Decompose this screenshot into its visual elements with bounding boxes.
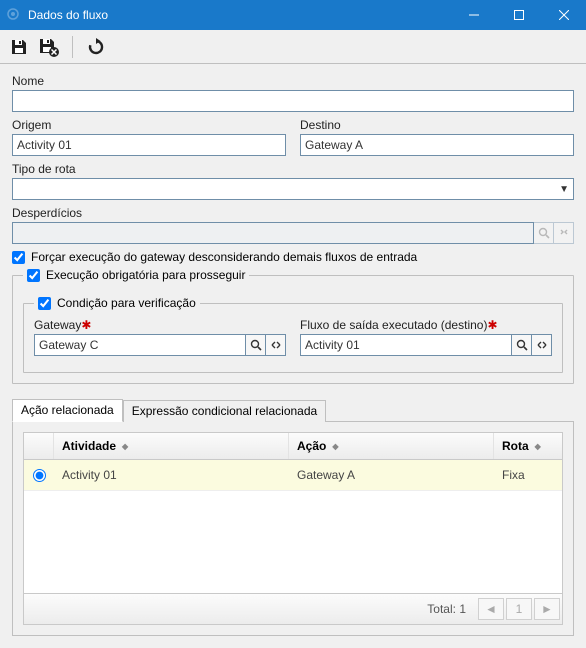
cond-verif-fieldset: Condição para verificação Gateway✱ bbox=[23, 296, 563, 373]
tab-acao-relacionada[interactable]: Ação relacionada bbox=[12, 399, 123, 422]
related-action-table: Atividade◆ Ação◆ Rota◆ Activity 01 Gatew… bbox=[23, 432, 563, 625]
col-acao-header[interactable]: Ação◆ bbox=[289, 433, 494, 459]
close-button[interactable] bbox=[541, 0, 586, 30]
refresh-button[interactable] bbox=[83, 34, 109, 60]
destino-input[interactable] bbox=[300, 134, 574, 156]
desperdicios-search-button bbox=[534, 222, 554, 244]
table-body: Activity 01 Gateway A Fixa bbox=[23, 460, 563, 594]
save-button[interactable] bbox=[6, 34, 32, 60]
desperdicios-input[interactable] bbox=[12, 222, 534, 244]
toolbar bbox=[0, 30, 586, 64]
cond-verif-checkbox[interactable] bbox=[38, 297, 51, 310]
forcar-checkbox[interactable] bbox=[12, 251, 25, 264]
cell-atividade: Activity 01 bbox=[54, 460, 289, 490]
cond-verif-legend[interactable]: Condição para verificação bbox=[34, 296, 200, 310]
col-atividade-header[interactable]: Atividade◆ bbox=[54, 433, 289, 459]
pager: Total: 1 ◄ 1 ► bbox=[23, 594, 563, 625]
nome-label: Nome bbox=[12, 74, 44, 88]
tipo-rota-select[interactable]: ▼ bbox=[12, 178, 574, 200]
sort-icon: ◆ bbox=[122, 442, 128, 451]
save-close-button[interactable] bbox=[36, 34, 62, 60]
tab-expressao-condicional[interactable]: Expressão condicional relacionada bbox=[123, 400, 326, 422]
tabs: Ação relacionada Expressão condicional r… bbox=[12, 398, 574, 636]
destino-label: Destino bbox=[300, 118, 341, 132]
maximize-button[interactable] bbox=[496, 0, 541, 30]
titlebar: Dados do fluxo bbox=[0, 0, 586, 30]
tipo-rota-label: Tipo de rota bbox=[12, 162, 76, 176]
col-rota-header[interactable]: Rota◆ bbox=[494, 433, 562, 459]
pager-total: Total: 1 bbox=[427, 602, 466, 616]
gateway-input[interactable] bbox=[34, 334, 246, 356]
gateway-clear-button[interactable] bbox=[266, 334, 286, 356]
cond-verif-label: Condição para verificação bbox=[57, 296, 196, 310]
desperdicios-clear-button bbox=[554, 222, 574, 244]
minimize-button[interactable] bbox=[451, 0, 496, 30]
fluxo-saida-search-button[interactable] bbox=[512, 334, 532, 356]
fluxo-saida-label: Fluxo de saída executado (destino)✱ bbox=[300, 318, 498, 332]
sort-icon: ◆ bbox=[332, 442, 338, 451]
forcar-checkbox-row[interactable]: Forçar execução do gateway desconsideran… bbox=[12, 250, 574, 264]
pager-page[interactable]: 1 bbox=[506, 598, 532, 620]
exec-obrig-fieldset: Execução obrigatória para prosseguir Con… bbox=[12, 268, 574, 384]
toolbar-separator bbox=[72, 36, 73, 58]
table-row[interactable]: Activity 01 Gateway A Fixa bbox=[24, 460, 562, 491]
app-icon bbox=[6, 7, 22, 23]
gateway-search-button[interactable] bbox=[246, 334, 266, 356]
pager-prev[interactable]: ◄ bbox=[478, 598, 504, 620]
content: Nome Origem Destino Tipo de rota ▼ Despe… bbox=[0, 64, 586, 648]
gateway-label: Gateway✱ bbox=[34, 318, 91, 332]
row-radio[interactable] bbox=[33, 469, 46, 482]
cell-rota: Fixa bbox=[494, 460, 562, 490]
window-title: Dados do fluxo bbox=[28, 8, 451, 22]
tab-panel: Atividade◆ Ação◆ Rota◆ Activity 01 Gatew… bbox=[12, 421, 574, 636]
fluxo-saida-clear-button[interactable] bbox=[532, 334, 552, 356]
fluxo-saida-input[interactable] bbox=[300, 334, 512, 356]
desperdicios-label: Desperdícios bbox=[12, 206, 82, 220]
cell-acao: Gateway A bbox=[289, 460, 494, 490]
nome-input[interactable] bbox=[12, 90, 574, 112]
col-select bbox=[24, 433, 54, 459]
exec-obrig-label: Execução obrigatória para prosseguir bbox=[46, 268, 245, 282]
origem-label: Origem bbox=[12, 118, 51, 132]
exec-obrig-checkbox[interactable] bbox=[27, 269, 40, 282]
forcar-label: Forçar execução do gateway desconsideran… bbox=[31, 250, 417, 264]
pager-next[interactable]: ► bbox=[534, 598, 560, 620]
exec-obrig-legend[interactable]: Execução obrigatória para prosseguir bbox=[23, 268, 249, 282]
chevron-down-icon: ▼ bbox=[559, 184, 569, 195]
sort-icon: ◆ bbox=[535, 442, 541, 451]
origem-input[interactable] bbox=[12, 134, 286, 156]
